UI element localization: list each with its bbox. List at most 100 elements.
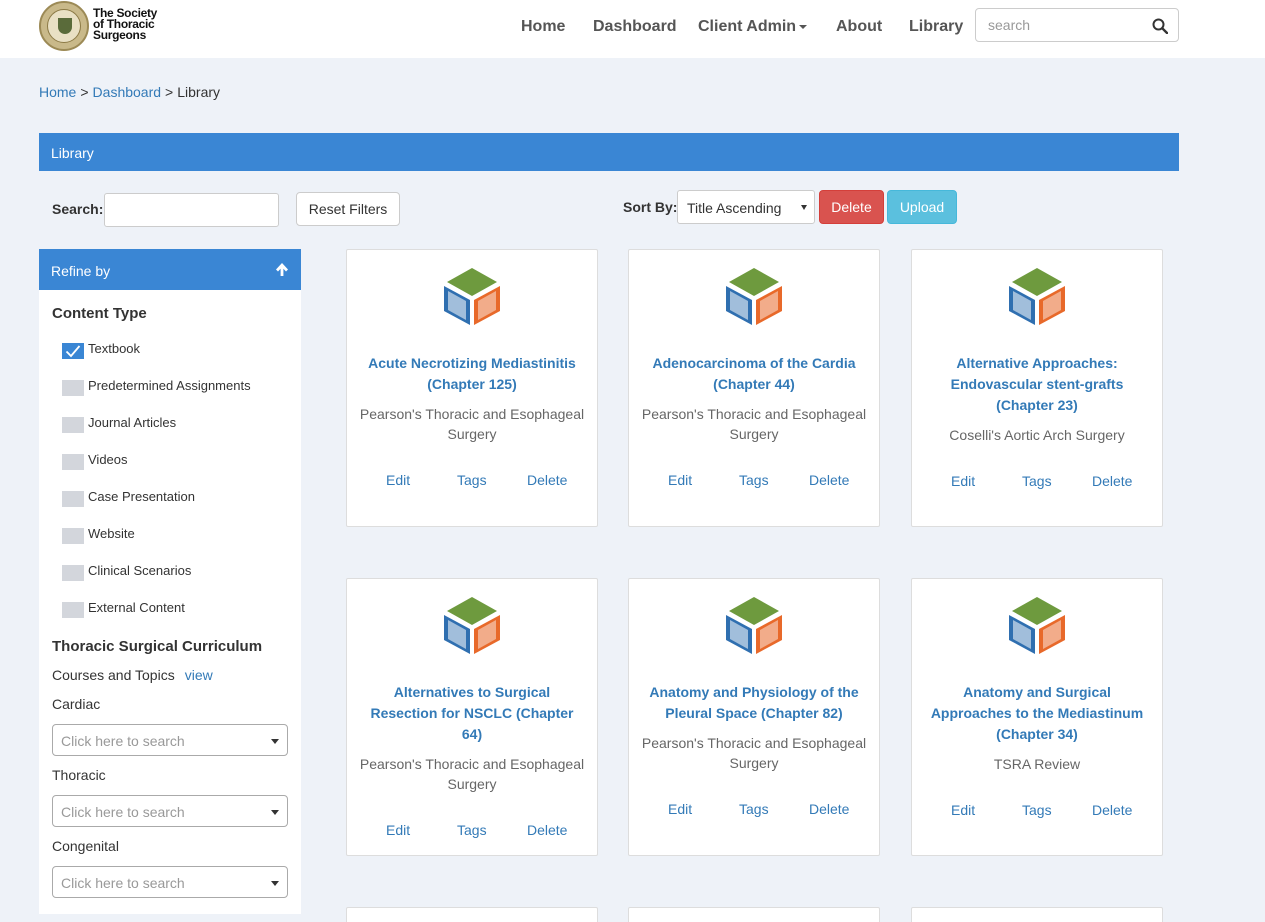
checkbox-checked[interactable] [62, 343, 84, 359]
card-title[interactable]: Alternative Approaches: Endovascular ste… [926, 353, 1148, 416]
library-card[interactable] [346, 907, 598, 922]
checkbox[interactable] [62, 417, 84, 433]
card-delete-link[interactable]: Delete [1092, 802, 1132, 818]
select-arrow-icon [271, 739, 279, 744]
card-actions: Edit Tags Delete [347, 822, 597, 842]
cardiac-label: Cardiac [52, 696, 101, 712]
congenital-select[interactable]: Click here to search [52, 866, 288, 898]
delete-button[interactable]: Delete [819, 190, 884, 224]
card-edit-link[interactable]: Edit [951, 802, 975, 818]
card-delete-link[interactable]: Delete [809, 472, 849, 488]
search-label: Search: [52, 201, 104, 217]
nav-client-admin[interactable]: Client Admin [698, 18, 808, 36]
book-stack-icon [444, 597, 500, 654]
card-actions: Edit Tags Delete [347, 472, 597, 492]
checkbox[interactable] [62, 528, 84, 544]
filter-label: Clinical Scenarios [88, 563, 192, 578]
search-icon[interactable] [1152, 18, 1168, 34]
card-delete-link[interactable]: Delete [527, 472, 567, 488]
view-link[interactable]: view [185, 667, 213, 683]
card-source: Pearson's Thoracic and Esophageal Surger… [359, 406, 585, 442]
card-delete-link[interactable]: Delete [1092, 473, 1132, 489]
library-card[interactable]: Anatomy and Physiology of the Pleural Sp… [628, 578, 880, 856]
card-actions: Edit Tags Delete [629, 801, 879, 821]
card-tags-link[interactable]: Tags [739, 472, 769, 488]
select-arrow-icon [271, 881, 279, 886]
card-source: Pearson's Thoracic and Esophageal Surger… [641, 735, 867, 771]
brand-name: The Society of Thoracic Surgeons [93, 6, 158, 42]
congenital-select-placeholder: Click here to search [61, 875, 185, 891]
cardiac-select-placeholder: Click here to search [61, 733, 185, 749]
society-seal-icon [39, 1, 89, 51]
filter-label: Videos [88, 452, 128, 467]
reset-filters-button[interactable]: Reset Filters [296, 192, 400, 226]
card-edit-link[interactable]: Edit [386, 472, 410, 488]
nav-about[interactable]: About [836, 18, 882, 36]
nav-client-admin-label: Client Admin [698, 18, 797, 35]
library-card[interactable] [628, 907, 880, 922]
checkbox[interactable] [62, 454, 84, 470]
card-source: Pearson's Thoracic and Esophageal Surger… [641, 406, 867, 442]
card-tags-link[interactable]: Tags [1022, 473, 1052, 489]
breadcrumb-dashboard[interactable]: Dashboard [93, 84, 162, 100]
card-title[interactable]: Anatomy and Surgical Approaches to the M… [926, 682, 1148, 745]
library-title: Library [51, 145, 94, 161]
checkbox[interactable] [62, 491, 84, 507]
card-tags-link[interactable]: Tags [1022, 802, 1052, 818]
book-stack-icon [726, 268, 782, 325]
library-card[interactable]: Anatomy and Surgical Approaches to the M… [911, 578, 1163, 856]
card-source: Coselli's Aortic Arch Surgery [949, 427, 1125, 443]
arrow-up-icon[interactable] [275, 262, 289, 277]
library-card[interactable]: Alternative Approaches: Endovascular ste… [911, 249, 1163, 527]
sort-by-label: Sort By: [623, 199, 678, 215]
upload-button[interactable]: Upload [887, 190, 957, 224]
nav-library[interactable]: Library [909, 18, 963, 36]
nav-search-input[interactable] [976, 9, 1146, 41]
card-delete-link[interactable]: Delete [809, 801, 849, 817]
card-delete-link[interactable]: Delete [527, 822, 567, 838]
courses-label: Courses and Topics [52, 667, 175, 683]
book-stack-icon [1009, 597, 1065, 654]
sort-by-select[interactable]: Title Ascending [677, 190, 815, 224]
card-source: Pearson's Thoracic and Esophageal Surger… [359, 756, 585, 792]
cardiac-select[interactable]: Click here to search [52, 724, 288, 756]
book-stack-icon [444, 268, 500, 325]
library-card[interactable]: Alternatives to Surgical Resection for N… [346, 578, 598, 856]
card-title[interactable]: Alternatives to Surgical Resection for N… [361, 682, 583, 745]
checkbox[interactable] [62, 602, 84, 618]
card-edit-link[interactable]: Edit [386, 822, 410, 838]
library-card[interactable]: Adenocarcinoma of the Cardia (Chapter 44… [628, 249, 880, 527]
sts-logo[interactable]: The Society of Thoracic Surgeons [39, 1, 169, 53]
select-arrow-icon [801, 205, 807, 210]
thoracic-select[interactable]: Click here to search [52, 795, 288, 827]
breadcrumb-current: Library [177, 84, 221, 100]
filter-label: Website [88, 526, 135, 541]
card-title[interactable]: Anatomy and Physiology of the Pleural Sp… [643, 682, 865, 724]
card-tags-link[interactable]: Tags [457, 822, 487, 838]
card-edit-link[interactable]: Edit [951, 473, 975, 489]
library-search-input[interactable] [104, 193, 279, 227]
nav-home[interactable]: Home [521, 18, 565, 36]
refine-header[interactable]: Refine by [39, 249, 301, 290]
content-type-heading: Content Type [52, 305, 147, 322]
thoracic-select-placeholder: Click here to search [61, 804, 185, 820]
card-edit-link[interactable]: Edit [668, 472, 692, 488]
checkbox[interactable] [62, 565, 84, 581]
library-header-bar: Library [39, 133, 1179, 171]
card-source: TSRA Review [993, 756, 1081, 772]
card-tags-link[interactable]: Tags [739, 801, 769, 817]
breadcrumb-separator: > [80, 84, 89, 100]
library-card[interactable]: Acute Necrotizing Mediastinitis (Chapter… [346, 249, 598, 527]
checkbox[interactable] [62, 380, 84, 396]
library-card[interactable] [911, 907, 1163, 922]
breadcrumb-separator: > [165, 84, 174, 100]
book-stack-icon [1009, 268, 1065, 325]
breadcrumb-home[interactable]: Home [39, 84, 76, 100]
card-edit-link[interactable]: Edit [668, 801, 692, 817]
card-title[interactable]: Adenocarcinoma of the Cardia (Chapter 44… [643, 353, 865, 395]
card-title[interactable]: Acute Necrotizing Mediastinitis (Chapter… [361, 353, 583, 395]
card-tags-link[interactable]: Tags [457, 472, 487, 488]
nav-dashboard[interactable]: Dashboard [593, 18, 677, 36]
courses-and-topics: Courses and Topics view [52, 667, 213, 683]
breadcrumb: Home > Dashboard > Library [39, 84, 220, 100]
